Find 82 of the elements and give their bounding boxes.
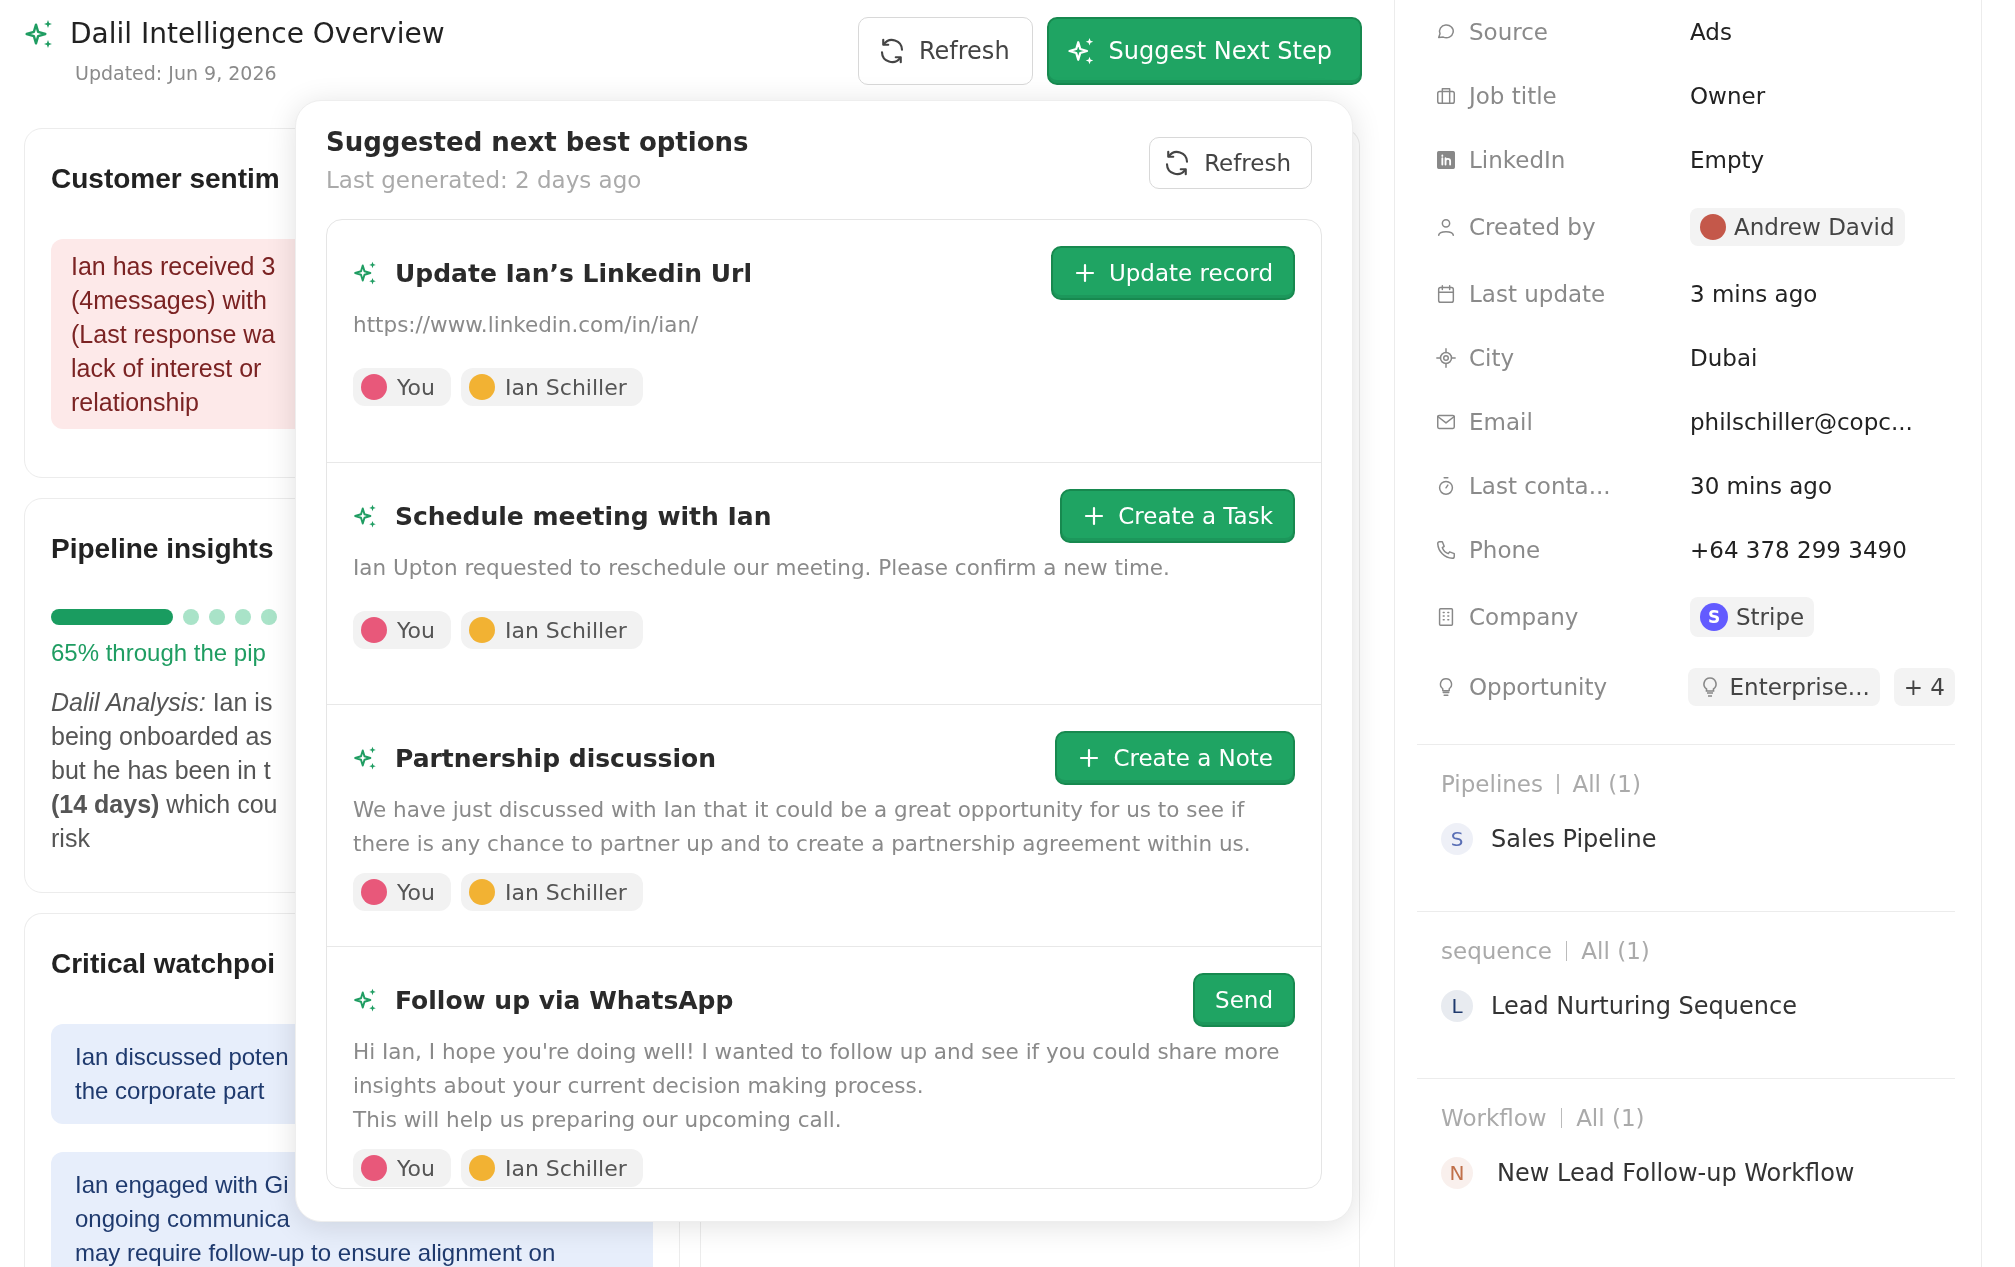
field-value: Empty bbox=[1690, 147, 1765, 173]
briefcase-icon bbox=[1435, 85, 1457, 107]
field-label: Source bbox=[1469, 19, 1548, 45]
field-value: Ads bbox=[1690, 19, 1732, 45]
option-title: Update Ian’s Linkedin Url bbox=[395, 258, 753, 288]
linked-item[interactable]: New Lead Follow-up Workflow bbox=[1497, 1159, 1855, 1187]
person-chip[interactable]: You bbox=[353, 368, 451, 406]
page-title: Dalil Intelligence Overview bbox=[70, 17, 445, 50]
card-title: Pipeline insights bbox=[51, 533, 274, 565]
option-title: Follow up via WhatsApp bbox=[395, 985, 735, 1015]
field-label: Job title bbox=[1469, 83, 1557, 109]
option-title: Schedule meeting with Ian bbox=[395, 501, 773, 531]
field-label: City bbox=[1469, 345, 1515, 371]
analysis-text: being onboarded as bbox=[51, 721, 273, 752]
linkedin-icon bbox=[1435, 149, 1457, 171]
more-count-chip[interactable]: + 4 bbox=[1893, 668, 1955, 706]
progress-text: 65% through the pip bbox=[51, 639, 266, 667]
note-text: Ian discussed poten bbox=[75, 1042, 289, 1072]
field-label: Last update bbox=[1469, 281, 1606, 307]
field-label: LinkedIn bbox=[1469, 147, 1566, 173]
field-label: Last conta... bbox=[1469, 473, 1611, 499]
field-label: Email bbox=[1469, 409, 1533, 435]
field-label: Opportunity bbox=[1469, 674, 1608, 700]
note-text: the corporate part bbox=[75, 1076, 265, 1106]
card-title: Critical watchpoi bbox=[51, 948, 276, 980]
last-generated-text: Last generated: 2 days ago bbox=[326, 167, 643, 193]
field-value: 30 mins ago bbox=[1690, 473, 1832, 499]
field-value: Dubai bbox=[1690, 345, 1758, 371]
alert-text: (4messages) with bbox=[71, 285, 267, 316]
option-description: This will help us preparing our upcoming call. bbox=[353, 1106, 843, 1134]
note-text: may require follow-up to ensure alignment on bbox=[75, 1238, 556, 1267]
alert-text: lack of interest or bbox=[71, 353, 262, 384]
field-label: Phone bbox=[1469, 537, 1541, 563]
note-text: ongoing communica bbox=[75, 1204, 290, 1234]
person-chip[interactable]: Ian Schiller bbox=[460, 368, 643, 406]
person-chip[interactable]: You bbox=[353, 1149, 451, 1187]
alert-text: Ian has received 3 bbox=[71, 251, 276, 282]
initial-badge: N bbox=[1441, 1157, 1473, 1189]
person-chip[interactable]: Ian Schiller bbox=[460, 611, 643, 649]
user-icon bbox=[1435, 216, 1457, 238]
field-value: 3 mins ago bbox=[1690, 281, 1818, 307]
popup-title: Suggested next best options bbox=[326, 127, 749, 157]
company-logo: S bbox=[1700, 603, 1728, 631]
field-value: +64 378 299 3490 bbox=[1690, 537, 1907, 563]
option-description: Ian Upton requested to reschedule our meeting. Please confirm a new time. bbox=[353, 554, 1171, 582]
opportunity-chip[interactable]: Enterprise... bbox=[1687, 668, 1880, 706]
calendar-icon bbox=[1435, 283, 1457, 305]
section-title: Workflow bbox=[1441, 1105, 1547, 1131]
person-chip[interactable]: Andrew David bbox=[1690, 208, 1905, 246]
option-title: Partnership discussion bbox=[395, 743, 717, 773]
note-text: Ian engaged with Gi bbox=[75, 1170, 289, 1200]
person-chip[interactable]: Ian Schiller bbox=[460, 1149, 643, 1187]
refresh-button[interactable]: Refresh bbox=[857, 17, 1033, 85]
linked-item[interactable]: Lead Nurturing Sequence bbox=[1491, 992, 1797, 1020]
location-icon bbox=[1435, 347, 1457, 369]
company-chip[interactable]: S Stripe bbox=[1690, 597, 1815, 637]
linked-item[interactable]: Sales Pipeline bbox=[1491, 825, 1657, 853]
field-label: Company bbox=[1469, 604, 1579, 630]
analysis-text: (14 days) which cou bbox=[51, 789, 278, 820]
alert-text: (Last response wa bbox=[71, 319, 276, 350]
initial-badge: S bbox=[1441, 823, 1473, 855]
avatar-icon bbox=[1700, 214, 1726, 240]
analysis-text: Dalil Analysis: Ian is bbox=[51, 687, 273, 718]
field-value: philschiller@copc... bbox=[1690, 409, 1913, 435]
section-title: sequence bbox=[1441, 938, 1552, 964]
card-title: Customer sentim bbox=[51, 163, 280, 195]
option-description: https://www.linkedin.com/in/ian/ bbox=[353, 311, 700, 339]
analysis-text: risk bbox=[51, 823, 90, 854]
option-description: We have just discussed with Ian that it could be a great opportunity for us to see if there is any chance to partner up and to create a partnership agreement within us. bbox=[353, 796, 1252, 858]
person-chip[interactable]: You bbox=[353, 611, 451, 649]
initial-badge: L bbox=[1441, 990, 1473, 1022]
person-chip[interactable]: You bbox=[353, 873, 451, 911]
updated-date: Updated: Jun 9, 2026 bbox=[75, 62, 278, 84]
field-value: Owner bbox=[1690, 83, 1766, 109]
field-label: Created by bbox=[1469, 214, 1596, 240]
person-chip[interactable]: Ian Schiller bbox=[460, 873, 643, 911]
phone-icon bbox=[1435, 539, 1457, 561]
section-title: Pipelines bbox=[1441, 771, 1543, 797]
alert-text: relationship bbox=[71, 387, 199, 418]
refresh-button[interactable]: Refresh bbox=[1149, 137, 1312, 189]
option-description: Hi Ian, I hope you're doing well! I wanted to follow up and see if you could share more insights about your current decision making process. bbox=[353, 1038, 1281, 1100]
analysis-text: but he has been in t bbox=[51, 755, 271, 786]
